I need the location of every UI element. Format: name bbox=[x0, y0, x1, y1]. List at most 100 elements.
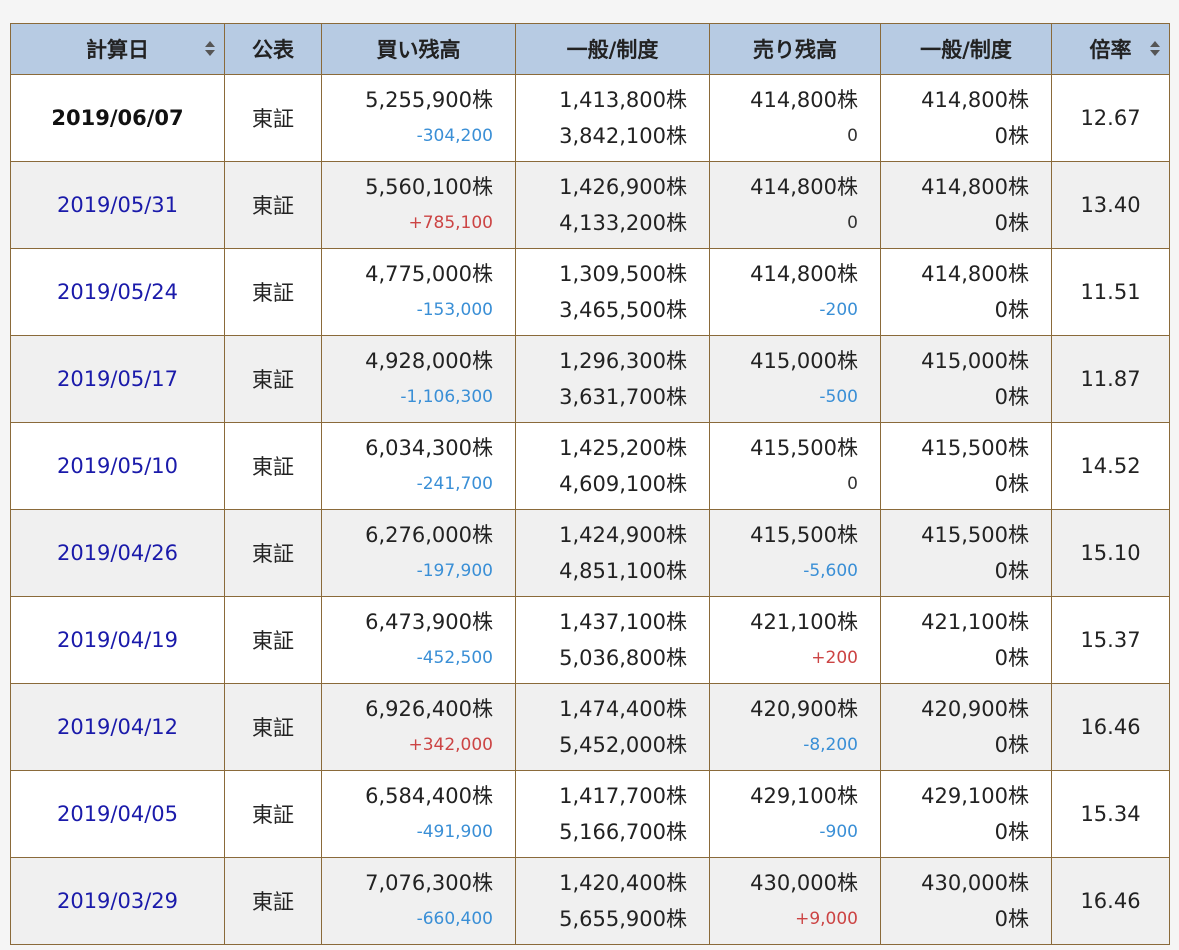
sell-general: 415,500株 bbox=[921, 436, 1029, 460]
ratio-cell: 14.52 bbox=[1051, 422, 1170, 510]
date-cell: 2019/03/29 bbox=[10, 857, 225, 945]
buy-general: 1,413,800株 bbox=[559, 88, 687, 112]
sell-system: 0株 bbox=[994, 385, 1029, 409]
sell-balance: 414,800株 bbox=[750, 88, 858, 112]
buy-general: 1,425,200株 bbox=[559, 436, 687, 460]
buy-system: 4,851,100株 bbox=[559, 559, 687, 583]
sell-system: 0株 bbox=[994, 124, 1029, 148]
buy-system: 3,465,500株 bbox=[559, 298, 687, 322]
date-link[interactable]: 2019/05/31 bbox=[57, 193, 178, 217]
date-cell: 2019/05/10 bbox=[10, 422, 225, 510]
buy-balance-cell: 4,928,000株 -1,106,300 bbox=[321, 335, 516, 423]
buy-balance: 6,276,000株 bbox=[365, 523, 493, 547]
date-link[interactable]: 2019/05/10 bbox=[57, 454, 178, 478]
sell-split-cell: 414,800株 0株 bbox=[880, 74, 1052, 162]
buy-system: 4,609,100株 bbox=[559, 472, 687, 496]
sell-balance: 430,000株 bbox=[750, 871, 858, 895]
sell-system: 0株 bbox=[994, 733, 1029, 757]
header-date[interactable]: 計算日 bbox=[10, 23, 225, 75]
buy-change: -241,700 bbox=[416, 474, 493, 494]
buy-balance: 6,926,400株 bbox=[365, 697, 493, 721]
date-link[interactable]: 2019/03/29 bbox=[57, 889, 178, 913]
table-row: 2019/05/17 東証 4,928,000株 -1,106,300 1,29… bbox=[10, 335, 1170, 423]
header-sell-split: 一般/制度 bbox=[880, 23, 1052, 75]
table-row: 2019/05/31 東証 5,560,100株 +785,100 1,426,… bbox=[10, 161, 1170, 249]
date-link[interactable]: 2019/04/12 bbox=[57, 715, 178, 739]
sell-system: 0株 bbox=[994, 211, 1029, 235]
buy-split-cell: 1,425,200株 4,609,100株 bbox=[515, 422, 710, 510]
margin-balance-table: 計算日 公表 買い残高 一般/制度 売り残高 一般/制度 倍率 2019/06/… bbox=[10, 23, 1170, 945]
date-cell: 2019/05/24 bbox=[10, 248, 225, 336]
buy-system: 3,842,100株 bbox=[559, 124, 687, 148]
sell-split-cell: 415,000株 0株 bbox=[880, 335, 1052, 423]
sell-balance: 415,500株 bbox=[750, 436, 858, 460]
date-link[interactable]: 2019/05/24 bbox=[57, 280, 178, 304]
date-link[interactable]: 2019/04/05 bbox=[57, 802, 178, 826]
market-cell: 東証 bbox=[224, 74, 322, 162]
buy-system: 3,631,700株 bbox=[559, 385, 687, 409]
sell-change: +200 bbox=[811, 648, 858, 668]
sell-general: 421,100株 bbox=[921, 610, 1029, 634]
date-link[interactable]: 2019/04/19 bbox=[57, 628, 178, 652]
date-cell: 2019/04/26 bbox=[10, 509, 225, 597]
sell-general: 414,800株 bbox=[921, 262, 1029, 286]
header-market: 公表 bbox=[224, 23, 322, 75]
header-date-label: 計算日 bbox=[86, 38, 149, 62]
ratio-cell: 15.34 bbox=[1051, 770, 1170, 858]
buy-split-cell: 1,309,500株 3,465,500株 bbox=[515, 248, 710, 336]
date-link[interactable]: 2019/04/26 bbox=[57, 541, 178, 565]
sell-split-cell: 420,900株 0株 bbox=[880, 683, 1052, 771]
sell-split-cell: 414,800株 0株 bbox=[880, 248, 1052, 336]
current-date: 2019/06/07 bbox=[51, 106, 184, 130]
buy-split-cell: 1,296,300株 3,631,700株 bbox=[515, 335, 710, 423]
buy-balance-cell: 6,926,400株 +342,000 bbox=[321, 683, 516, 771]
table-row: 2019/04/26 東証 6,276,000株 -197,900 1,424,… bbox=[10, 509, 1170, 597]
buy-balance-cell: 6,276,000株 -197,900 bbox=[321, 509, 516, 597]
sell-balance: 415,500株 bbox=[750, 523, 858, 547]
header-sell-balance: 売り残高 bbox=[709, 23, 881, 75]
header-ratio[interactable]: 倍率 bbox=[1051, 23, 1170, 75]
sell-general: 414,800株 bbox=[921, 175, 1029, 199]
sell-system: 0株 bbox=[994, 907, 1029, 931]
sort-icon[interactable] bbox=[205, 41, 215, 57]
buy-change: -452,500 bbox=[416, 648, 493, 668]
buy-split-cell: 1,437,100株 5,036,800株 bbox=[515, 596, 710, 684]
ratio-cell: 16.46 bbox=[1051, 683, 1170, 771]
buy-split-cell: 1,417,700株 5,166,700株 bbox=[515, 770, 710, 858]
market-cell: 東証 bbox=[224, 857, 322, 945]
ratio-cell: 11.51 bbox=[1051, 248, 1170, 336]
sell-general: 430,000株 bbox=[921, 871, 1029, 895]
buy-system: 5,036,800株 bbox=[559, 646, 687, 670]
sell-balance-cell: 414,800株 0 bbox=[709, 74, 881, 162]
sort-icon[interactable] bbox=[1150, 41, 1160, 57]
sell-change: +9,000 bbox=[795, 909, 858, 929]
market-cell: 東証 bbox=[224, 248, 322, 336]
ratio-cell: 15.37 bbox=[1051, 596, 1170, 684]
sell-balance: 429,100株 bbox=[750, 784, 858, 808]
date-cell: 2019/04/12 bbox=[10, 683, 225, 771]
sell-balance-cell: 415,500株 -5,600 bbox=[709, 509, 881, 597]
table-row: 2019/03/29 東証 7,076,300株 -660,400 1,420,… bbox=[10, 857, 1170, 945]
sell-general: 415,000株 bbox=[921, 349, 1029, 373]
sell-split-cell: 414,800株 0株 bbox=[880, 161, 1052, 249]
sell-balance: 420,900株 bbox=[750, 697, 858, 721]
buy-change: -491,900 bbox=[416, 822, 493, 842]
date-link[interactable]: 2019/05/17 bbox=[57, 367, 178, 391]
sell-balance: 414,800株 bbox=[750, 262, 858, 286]
buy-change: -197,900 bbox=[416, 561, 493, 581]
header-buy-balance: 買い残高 bbox=[321, 23, 516, 75]
sell-split-cell: 429,100株 0株 bbox=[880, 770, 1052, 858]
buy-change: -1,106,300 bbox=[400, 387, 493, 407]
buy-balance: 5,255,900株 bbox=[365, 88, 493, 112]
buy-balance: 4,928,000株 bbox=[365, 349, 493, 373]
sell-change: 0 bbox=[847, 474, 858, 494]
ratio-cell: 16.46 bbox=[1051, 857, 1170, 945]
sell-change: 0 bbox=[847, 126, 858, 146]
buy-split-cell: 1,413,800株 3,842,100株 bbox=[515, 74, 710, 162]
sell-balance: 415,000株 bbox=[750, 349, 858, 373]
sell-split-cell: 421,100株 0株 bbox=[880, 596, 1052, 684]
sell-balance-cell: 430,000株 +9,000 bbox=[709, 857, 881, 945]
sell-change: -500 bbox=[819, 387, 858, 407]
sell-change: 0 bbox=[847, 213, 858, 233]
sell-balance-cell: 414,800株 0 bbox=[709, 161, 881, 249]
